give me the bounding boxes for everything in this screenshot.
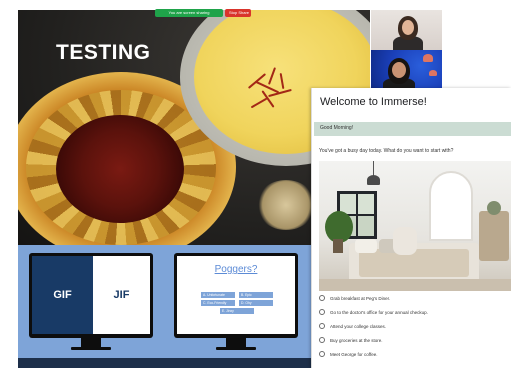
participant-video-tile[interactable] xyxy=(371,10,442,50)
radio-button[interactable] xyxy=(319,295,325,301)
monitor-stand xyxy=(226,338,246,347)
saffron-threads xyxy=(56,115,184,223)
share-title: TESTING xyxy=(56,41,151,64)
radio-button[interactable] xyxy=(319,351,325,357)
window-pane xyxy=(358,216,374,236)
poll-option: B. Epic xyxy=(239,292,273,298)
answer-option[interactable]: Attend your college classes. xyxy=(319,323,386,329)
option-label: Go to the doctor's office for your annua… xyxy=(330,309,428,315)
dried-flower xyxy=(256,180,316,230)
form-title: Welcome to Immerse! xyxy=(320,96,427,108)
screen-share-bar: You are screen sharing Stop Share xyxy=(155,9,251,17)
slides-footer xyxy=(18,358,311,368)
option-label: Buy groceries at the store. xyxy=(330,337,383,343)
pendant-lamp xyxy=(367,175,380,185)
option-label: Meet George for coffee. xyxy=(330,351,378,357)
monitor-screen: GIF JIF xyxy=(32,256,150,334)
bedroom-photo xyxy=(319,161,511,291)
stop-share-button[interactable]: Stop Share xyxy=(225,9,251,17)
monitor-base xyxy=(216,347,256,350)
jellyfish-background xyxy=(423,54,433,62)
monitor-base xyxy=(71,347,111,350)
poll-option: D. Ohy xyxy=(239,300,273,306)
option-label: Grab breakfast at Peg's Diner. xyxy=(330,295,391,301)
monitor-screen: Poggers? A. Unfortunate B. Epic C. Eco-F… xyxy=(177,256,295,334)
gif-option: GIF xyxy=(32,256,93,334)
sharing-status: You are screen sharing xyxy=(155,9,223,17)
poll-title: Poggers? xyxy=(214,264,258,275)
monitor-gif-jif: GIF JIF xyxy=(29,253,153,338)
participant-face xyxy=(392,62,406,78)
pillow xyxy=(355,239,377,253)
vase-plant xyxy=(487,201,501,215)
participant-video-tile[interactable] xyxy=(371,50,442,90)
poll-option: C. Eco-Friendly xyxy=(201,300,235,306)
screenshot-canvas: TESTING You are screen sharing Stop Shar… xyxy=(0,0,511,368)
section-title: Good Morning! xyxy=(320,125,354,131)
monitor-stand xyxy=(81,338,101,347)
answer-option[interactable]: Meet George for coffee. xyxy=(319,351,377,357)
section-header: Good Morning! xyxy=(314,122,511,136)
option-label: Attend your college classes. xyxy=(330,323,387,329)
radio-button[interactable] xyxy=(319,309,325,315)
plant-pot xyxy=(333,239,343,253)
radio-button[interactable] xyxy=(319,337,325,343)
participant-face xyxy=(402,20,414,35)
answer-option[interactable]: Grab breakfast at Peg's Diner. xyxy=(319,295,390,301)
answer-option[interactable]: Buy groceries at the store. xyxy=(319,337,383,343)
radio-button[interactable] xyxy=(319,323,325,329)
armchair xyxy=(393,227,417,255)
window-pane xyxy=(358,194,374,214)
jellyfish-background xyxy=(429,70,437,76)
archway xyxy=(429,171,473,241)
poll-option: A. Unfortunate xyxy=(201,292,235,298)
form-panel: Welcome to Immerse! Good Morning! You've… xyxy=(311,88,511,368)
sofa xyxy=(479,211,509,261)
answer-option[interactable]: Go to the doctor's office for your annua… xyxy=(319,309,428,315)
jif-option: JIF xyxy=(93,256,150,334)
question-text: You've got a busy day today. What do you… xyxy=(319,148,454,154)
poll-option: E. Jinxy xyxy=(220,308,254,314)
floor-rug xyxy=(319,279,511,291)
monitor-poll: Poggers? A. Unfortunate B. Epic C. Eco-F… xyxy=(174,253,298,338)
